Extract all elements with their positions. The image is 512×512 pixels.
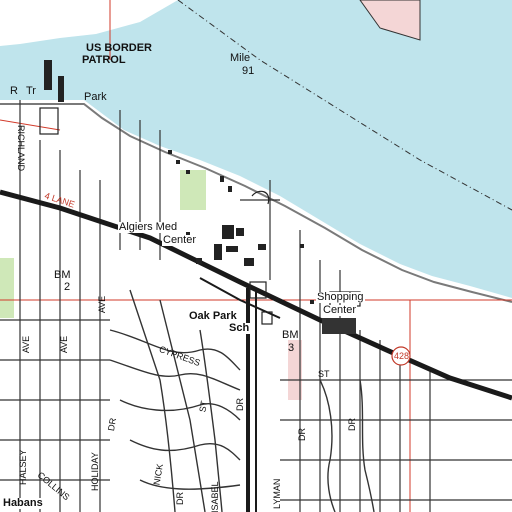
lyman-street-label: LYMAN	[272, 478, 282, 509]
bm-left-label: BM	[54, 269, 71, 281]
bm-right-number: 3	[288, 342, 295, 354]
us-border-patrol-label-1: US BORDER	[86, 42, 153, 54]
park-r-label: R	[10, 85, 18, 97]
park-area-center	[180, 170, 206, 210]
st-label-2: ST	[318, 369, 330, 379]
holiday-street-label: HOLIDAY	[90, 452, 100, 491]
richland-street-label: RICHLAND	[16, 125, 26, 172]
us-border-patrol-label-2: PATROL	[82, 54, 126, 66]
topographic-map: US BORDER PATROL Mile 91 R Tr Park RICHL…	[0, 0, 512, 512]
route-shield-number: 428	[394, 351, 410, 361]
ave-label-2: AVE	[59, 335, 70, 354]
park-area-left	[0, 258, 14, 318]
bm-left-number: 2	[64, 281, 71, 293]
ave-label-1: AVE	[21, 335, 32, 354]
algiers-med-label-2: Center	[162, 234, 198, 246]
shopping-center-label-1: Shopping	[316, 291, 365, 303]
isabel-street-label: ISABEL	[210, 481, 220, 512]
park-tr-label: Tr	[26, 85, 36, 97]
park-label: Park	[84, 91, 107, 103]
algiers-med-label-1: Algiers Med	[118, 221, 179, 233]
ave-label-3: AVE	[97, 295, 108, 314]
map-drawing	[0, 0, 512, 512]
oak-park-school-label-2: Sch	[228, 322, 251, 334]
halsey-street-label: HALSEY	[18, 449, 28, 485]
habans-label: Habans	[2, 497, 44, 509]
dr-label-5: DR	[175, 492, 185, 505]
bm-right-label: BM	[282, 329, 299, 341]
shopping-center-label-2: Center	[322, 304, 358, 316]
dr-label-2: DR	[235, 398, 245, 411]
mile-number-label: 91	[242, 65, 255, 77]
oak-park-school-label-1: Oak Park	[188, 310, 238, 322]
dr-label-4: DR	[347, 418, 357, 431]
mile-label: Mile	[230, 52, 251, 64]
dr-label-3: DR	[297, 428, 307, 441]
